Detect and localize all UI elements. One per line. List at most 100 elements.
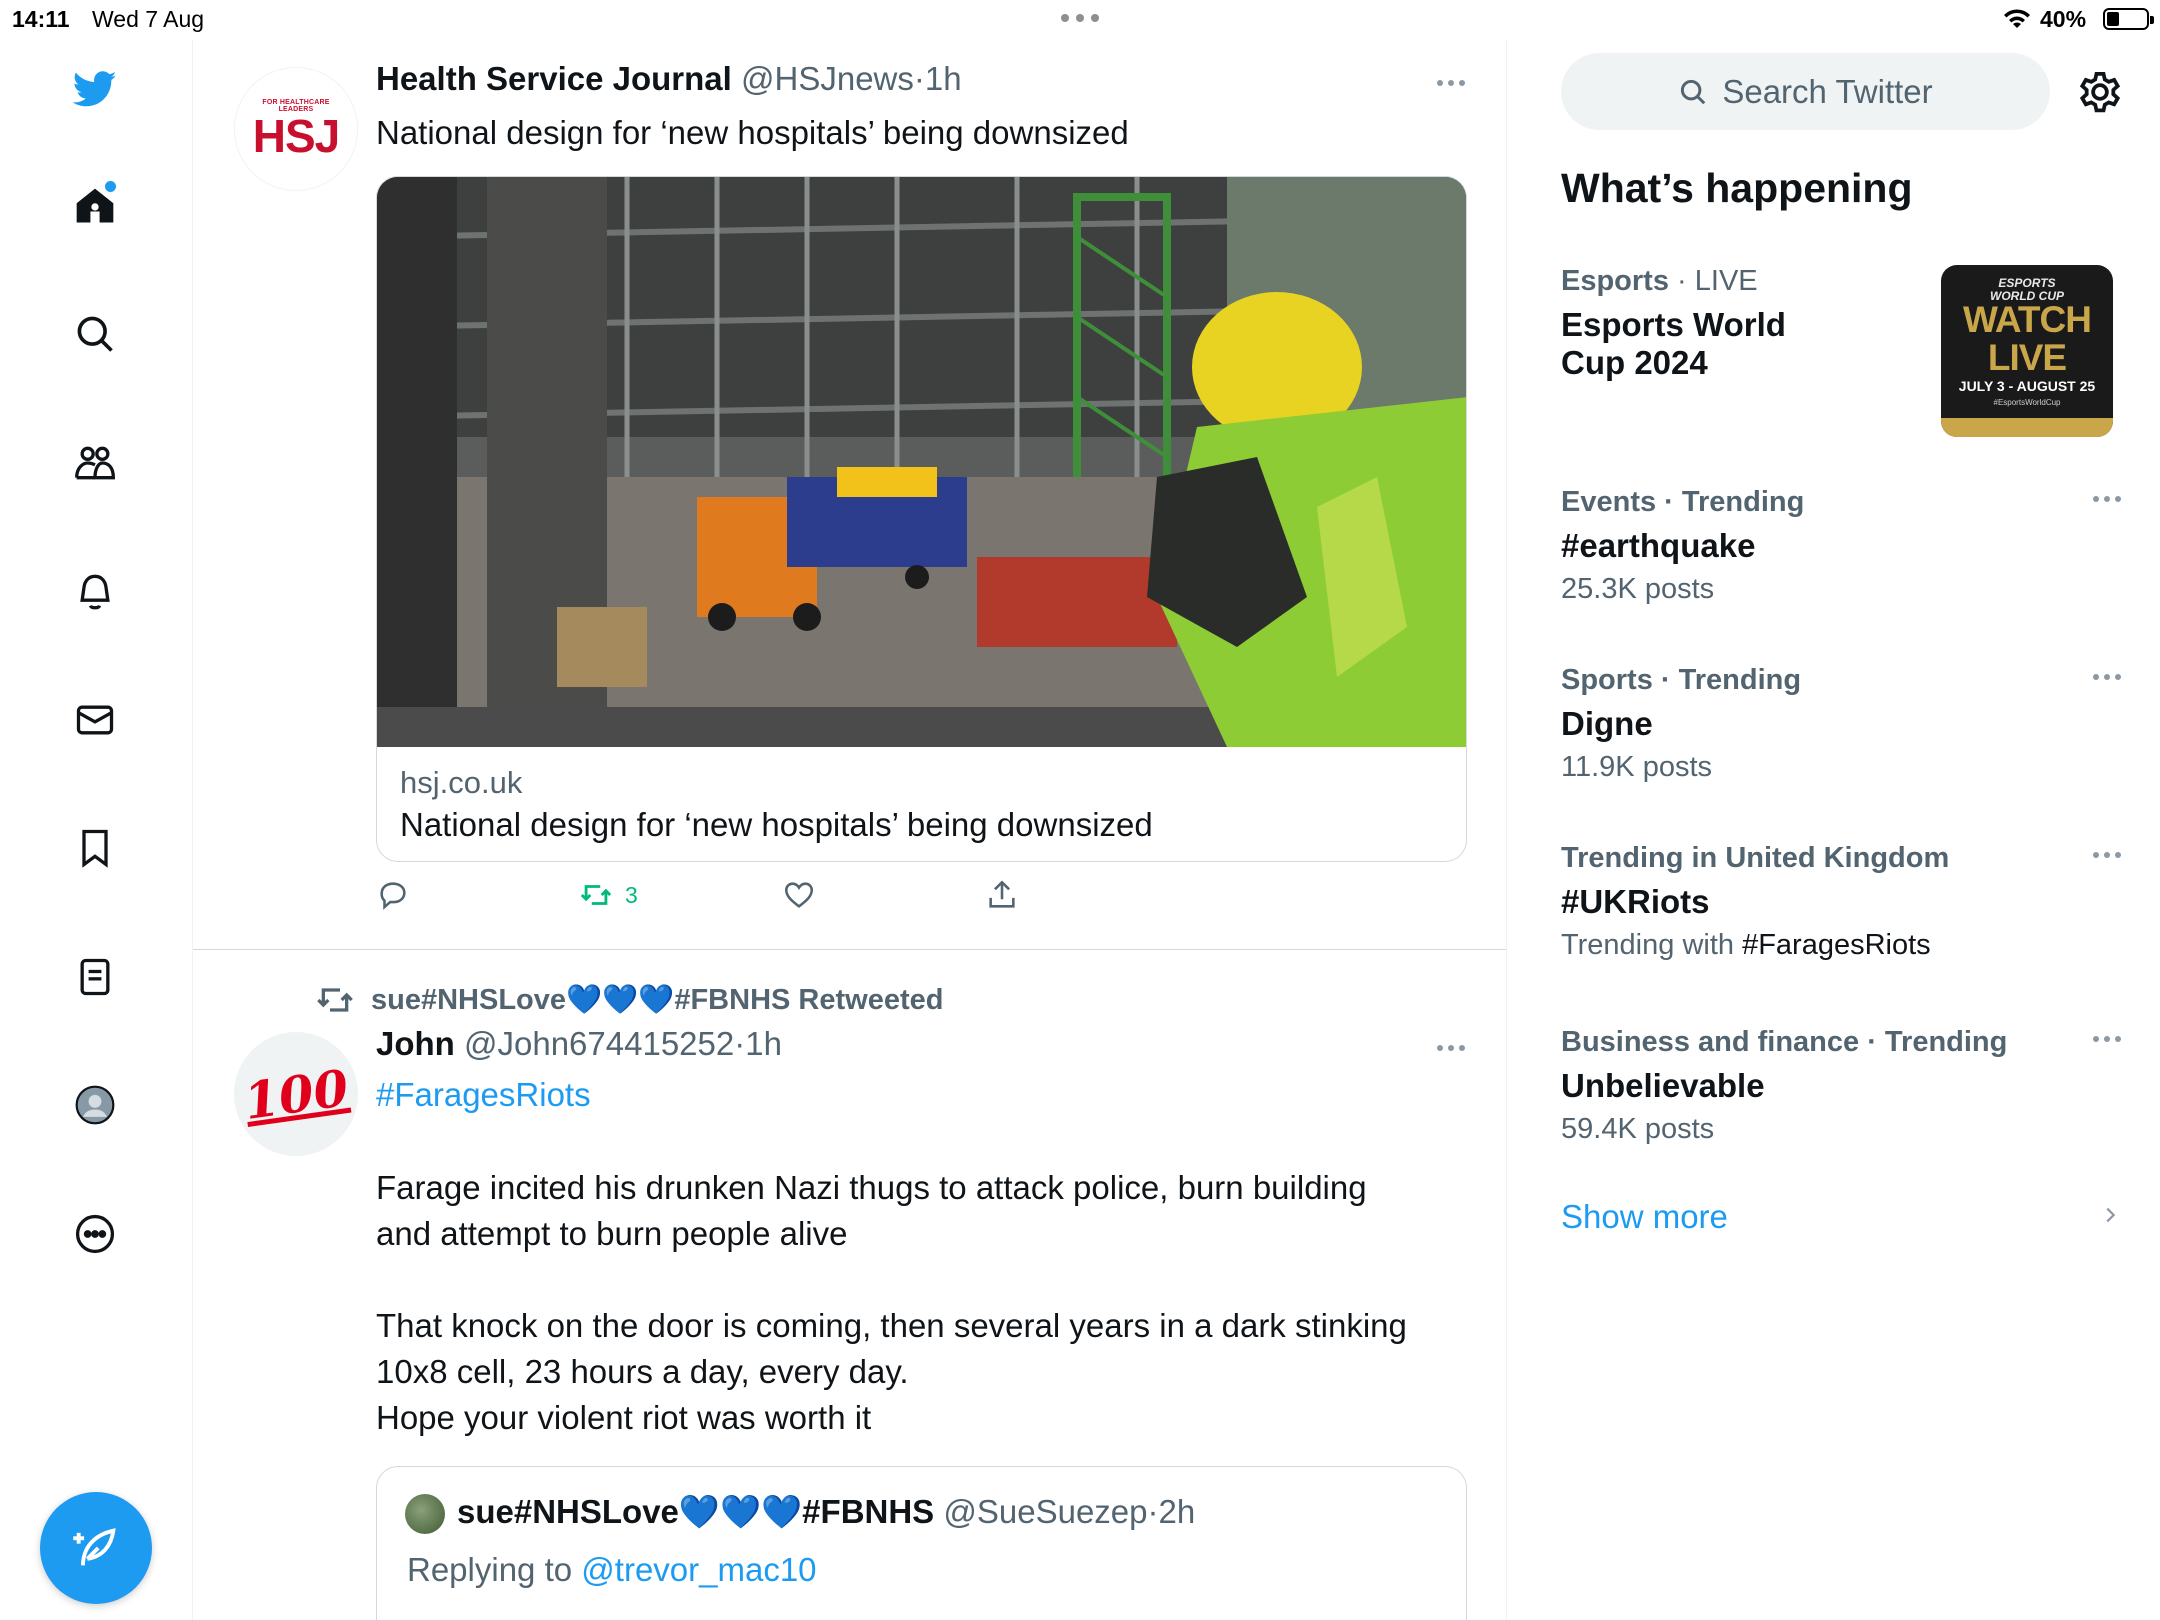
- mention-link[interactable]: @trevor_mac10: [581, 1551, 816, 1588]
- tweet-body: #FaragesRiots Farage incited his drunken…: [376, 1072, 1407, 1441]
- lists-icon[interactable]: [60, 942, 130, 1012]
- card-domain: hsj.co.uk: [400, 765, 523, 800]
- messages-icon[interactable]: [60, 685, 130, 755]
- whats-happening-title: What’s happening: [1561, 165, 1913, 211]
- tweet-header: Health Service Journal @HSJnews·1h: [376, 60, 962, 97]
- trend-title: #UKRiots: [1561, 883, 1710, 920]
- tweet-divider: [193, 949, 1506, 950]
- trend-context: Trending in United Kingdom: [1561, 842, 1950, 874]
- status-time: 14:11: [12, 6, 70, 32]
- author-handle[interactable]: @John674415252: [464, 1025, 734, 1062]
- quoted-tweet[interactable]: sue#NHSLove💙💙💙#FBNHS @SueSuezep·2h Reply…: [376, 1466, 1467, 1620]
- author-handle[interactable]: @HSJnews: [741, 60, 914, 97]
- tweet-header: John @John674415252·1h: [376, 1025, 782, 1062]
- hsj-avatar[interactable]: FOR HEALTHCARE LEADERS HSJ: [234, 67, 358, 191]
- tweet-text-line: 10x8 cell, 23 hours a day, every day.: [376, 1353, 909, 1390]
- profile-icon[interactable]: [60, 1070, 130, 1140]
- chevron-right-icon: [2106, 1207, 2116, 1223]
- battery-icon: [2103, 8, 2154, 30]
- retweet-button[interactable]: 3: [579, 878, 638, 912]
- john-avatar[interactable]: 100: [234, 1032, 358, 1156]
- trend-count: Trending with #FaragesRiots: [1561, 929, 1931, 961]
- right-sidebar: Search Twitter What’s happening Esports …: [1507, 40, 2160, 1620]
- esports-thumbnail[interactable]: ESPORTS WORLD CUP WATCH LIVE JULY 3 - AUGU…: [1941, 265, 2113, 437]
- trend-category: Esports: [1561, 265, 1669, 297]
- trend-count: 59.4K posts: [1561, 1113, 1715, 1145]
- gear-icon: [2079, 72, 2121, 113]
- reply-button[interactable]: [376, 878, 422, 912]
- notification-dot: [105, 181, 116, 192]
- trend-context: Events · Trending: [1561, 486, 1805, 518]
- trend-digne[interactable]: Sports · Trending Digne 11.9K posts: [1561, 664, 2121, 784]
- communities-icon[interactable]: [60, 428, 130, 498]
- retweeted-by[interactable]: sue#NHSLove💙💙💙#FBNHS Retweeted: [315, 980, 943, 1020]
- tweet-time[interactable]: 1h: [745, 1025, 782, 1062]
- trend-title: Esports World: [1561, 306, 1786, 343]
- battery-percent: 40%: [2040, 6, 2087, 32]
- more-icon[interactable]: [60, 1199, 130, 1269]
- trend-title: Unbelievable: [1561, 1067, 1765, 1104]
- notifications-icon[interactable]: [60, 556, 130, 626]
- hsj-logo: FOR HEALTHCARE LEADERS HSJ: [252, 99, 340, 162]
- quote-replying-to: Replying to @trevor_mac10: [407, 1551, 817, 1588]
- trend-status: LIVE: [1694, 265, 1758, 297]
- retweet-count: 3: [625, 881, 638, 908]
- share-button[interactable]: [985, 878, 1019, 912]
- tweet-text: National design for ‘new hospitals’ bein…: [376, 114, 1129, 151]
- trend-earthquake[interactable]: Events · Trending #earthquake 25.3K post…: [1561, 486, 2121, 606]
- search-icon[interactable]: [60, 299, 130, 369]
- tweet-actions: 3: [193, 878, 1506, 928]
- tweet-text-line: Farage incited his drunken Nazi thugs to…: [376, 1169, 1367, 1206]
- link-card[interactable]: hsj.co.uk National design for ‘new hospi…: [376, 176, 1467, 862]
- trend-title: Cup 2024: [1561, 344, 1708, 381]
- trend-more-icon[interactable]: [2093, 674, 2121, 680]
- sidebar-nav: [0, 40, 193, 1620]
- trend-count: 11.9K posts: [1561, 751, 1713, 783]
- heart-icon: [784, 882, 814, 908]
- card-title: National design for ‘new hospitals’ bein…: [400, 806, 1153, 843]
- wifi-icon: [2004, 9, 2030, 28]
- author-name[interactable]: Health Service Journal: [376, 60, 732, 97]
- trend-more-icon[interactable]: [2093, 496, 2121, 502]
- retweet-icon: [580, 885, 612, 905]
- retweeted-by-label: sue#NHSLove💙💙💙#FBNHS Retweeted: [371, 984, 944, 1016]
- author-name[interactable]: John: [376, 1025, 455, 1062]
- trend-unbelievable[interactable]: Business and finance · Trending Unbeliev…: [1561, 1026, 2121, 1146]
- home-icon[interactable]: [60, 171, 130, 241]
- tweet-more-icon[interactable]: [1437, 80, 1465, 86]
- show-more-link[interactable]: Show more: [1561, 1198, 2121, 1236]
- hundred-points-emoji: 100: [240, 1057, 352, 1131]
- status-date: Wed 7 Aug: [92, 6, 205, 32]
- trend-esports[interactable]: Esports · LIVE Esports World Cup 2024: [1561, 265, 1921, 382]
- trend-more-icon[interactable]: [2093, 1036, 2121, 1042]
- trend-count: 25.3K posts: [1561, 573, 1715, 605]
- bookmarks-icon[interactable]: [60, 813, 130, 883]
- search-placeholder: Search Twitter: [1722, 72, 1933, 110]
- tweet-text-line: and attempt to burn people alive: [376, 1215, 848, 1252]
- quote-time: 2h: [1158, 1493, 1196, 1530]
- twitter-bird-icon[interactable]: [60, 54, 130, 124]
- trend-title: #earthquake: [1561, 527, 1756, 564]
- trend-more-icon[interactable]: [2093, 852, 2121, 858]
- hashtag-link[interactable]: #FaragesRiots: [376, 1072, 1407, 1118]
- timeline: FOR HEALTHCARE LEADERS HSJ Health Servic…: [193, 40, 1507, 1620]
- share-icon: [989, 880, 1015, 908]
- search-input[interactable]: Search Twitter: [1561, 53, 2050, 130]
- quote-avatar: [405, 1494, 445, 1534]
- like-button[interactable]: [782, 878, 828, 912]
- status-bar: 14:11 Wed 7 Aug 40%: [0, 0, 2160, 40]
- trend-context: Business and finance · Trending: [1561, 1026, 2008, 1058]
- tweet-time[interactable]: 1h: [925, 60, 962, 97]
- tweet-more-icon[interactable]: [1437, 1045, 1465, 1051]
- construction-site-photo: [377, 177, 1466, 747]
- trending-with-hashtag[interactable]: #FaragesRiots: [1742, 929, 1931, 961]
- reply-icon: [380, 882, 406, 910]
- settings-button[interactable]: [2075, 67, 2125, 117]
- trend-title: Digne: [1561, 705, 1653, 742]
- trend-ukriots[interactable]: Trending in United Kingdom #UKRiots Tren…: [1561, 842, 2121, 962]
- tweet-text-line: Hope your violent riot was worth it: [376, 1399, 872, 1436]
- compose-tweet-button[interactable]: [40, 1492, 152, 1604]
- search-icon: [1681, 79, 1706, 104]
- multitasking-dots-icon[interactable]: [1061, 14, 1099, 22]
- quote-header: sue#NHSLove💙💙💙#FBNHS @SueSuezep·2h: [457, 1493, 1196, 1530]
